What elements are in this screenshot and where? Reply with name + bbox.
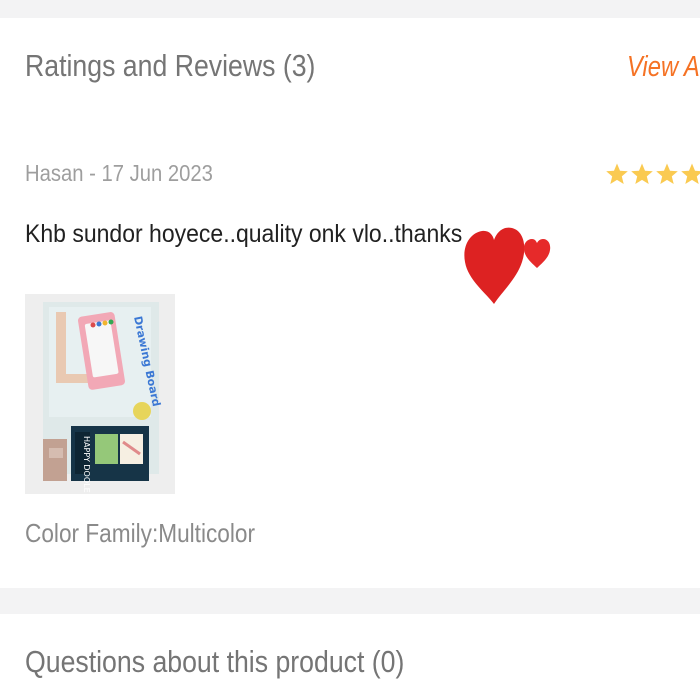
star-icon [656, 163, 678, 184]
reviews-section-title: Ratings and Reviews (3) [25, 48, 316, 83]
star-icon [631, 163, 653, 184]
review-photo-thumbnail[interactable]: Drawing Board HAPPY DOOLE [25, 294, 175, 494]
questions-section-title[interactable]: Questions about this product (0) [25, 644, 404, 680]
review-text: Khb sundor hoyece..quality onk vlo..than… [25, 220, 463, 248]
red-heart-icon [523, 239, 551, 268]
view-all-reviews-link[interactable]: View All [627, 51, 700, 84]
ratings-reviews-card: Ratings and Reviews (3) View All Hasan -… [0, 18, 700, 588]
review-variant: Color Family:Multicolor [25, 518, 256, 548]
questions-card: Questions about this product (0) [0, 614, 700, 700]
red-heart-icon [464, 227, 525, 304]
star-icon [681, 163, 700, 184]
review-rating-stars [605, 162, 700, 186]
drawing-board-photo: Drawing Board HAPPY DOOLE [25, 294, 175, 494]
product-reviews-page: Ratings and Reviews (3) View All Hasan -… [0, 0, 700, 700]
star-icon [606, 163, 628, 184]
review-author-date: Hasan - 17 Jun 2023 [25, 160, 213, 186]
photo-box-text: HAPPY DOOLE [82, 436, 91, 493]
